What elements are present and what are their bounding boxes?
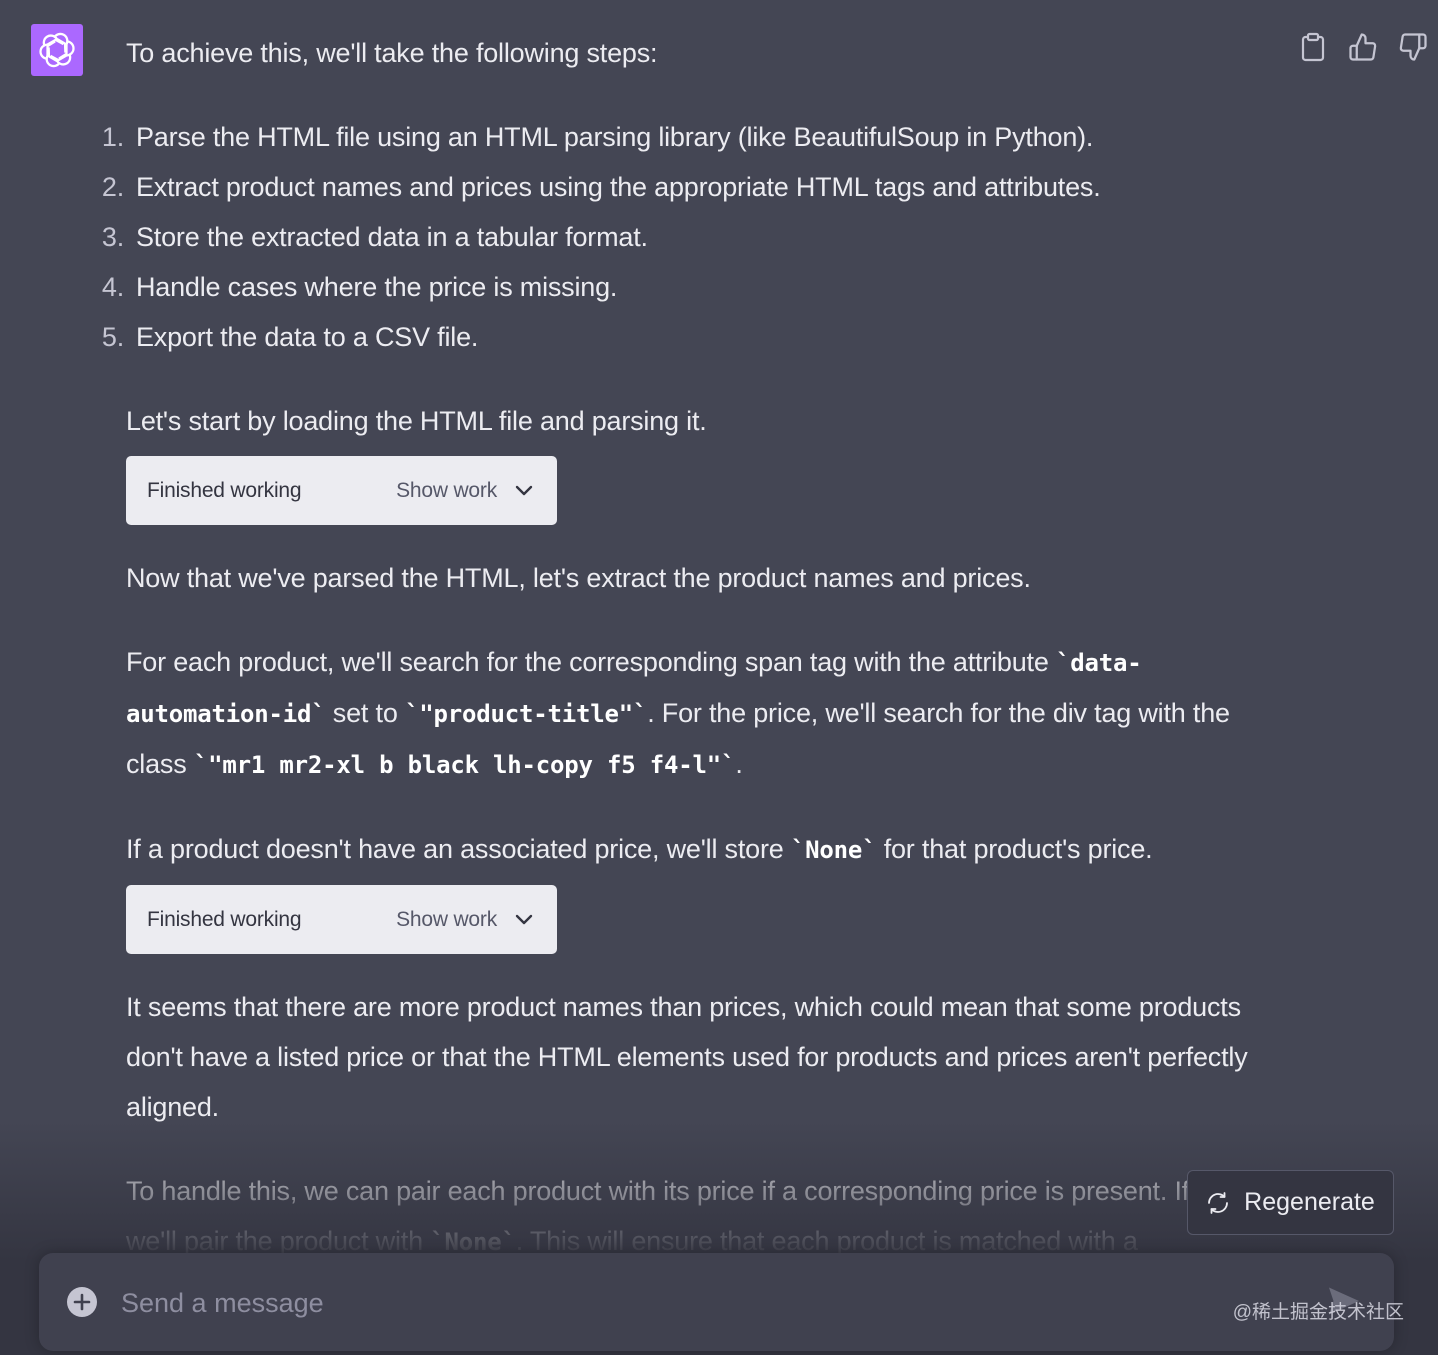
chevron-down-icon [515,485,533,495]
show-work-button[interactable]: Show work [396,909,533,930]
step-number: 2. [101,172,124,202]
finished-working-panel: Finished working Show work [126,885,557,954]
openai-logo-icon [39,32,75,68]
step-text: Export the data to a CSV file. [136,322,479,352]
step-text: Extract product names and prices using t… [136,172,1101,202]
paragraph-pairing: To handle this, we can pair each product… [126,1166,1296,1267]
text-run: . This will ensure that each product is … [515,1226,1138,1256]
step-text: Store the extracted data in a tabular fo… [136,222,648,252]
list-item: 4. Handle cases where the price is missin… [102,262,1296,312]
regenerate-button[interactable]: Regenerate [1187,1170,1394,1235]
thumbs-down-button[interactable] [1396,30,1430,64]
finished-working-panel: Finished working Show work [126,456,557,525]
text-run: If a product doesn't have an associated … [126,834,791,864]
message-input[interactable] [119,1277,1273,1329]
refresh-icon [1208,1191,1229,1214]
list-item: 3. Store the extracted data in a tabular … [102,212,1296,262]
step-number: 4. [101,272,124,302]
message-composer [39,1253,1394,1351]
list-item: 2. Extract product names and prices using… [102,162,1296,212]
inline-code: `None` [790,836,877,864]
list-item: 5. Export the data to a CSV file. [102,312,1296,362]
text-run: . [735,749,743,779]
thumbs-up-button[interactable] [1346,30,1380,64]
step-text: Handle cases where the price is missing. [136,272,618,302]
thumbs-up-icon [1349,33,1377,61]
chat-page: To achieve this, we'll take the followin… [0,0,1438,1355]
assistant-message: To achieve this, we'll take the followin… [102,28,1296,1267]
paragraph-load-html: Let's start by loading the HTML file and… [126,406,707,436]
inline-code: `"mr1 mr2-xl b black lh-copy f5 f4-l"` [193,751,736,779]
text-run: For each product, we'll search for the c… [126,647,1056,677]
show-work-button[interactable]: Show work [396,480,533,501]
step-number: 5. [101,322,124,352]
plus-circle-icon[interactable] [66,1286,98,1318]
step-number: 3. [101,222,124,252]
inline-code: `"product-title"` [404,700,648,728]
chevron-down-icon [515,914,533,924]
work-status: Finished working [147,908,302,931]
show-work-label: Show work [396,908,497,931]
show-work-label: Show work [396,479,497,502]
watermark: @稀土掘金技术社区 [1232,1302,1404,1323]
step-number: 1. [101,122,124,152]
message-intro: To achieve this, we'll take the followin… [126,38,658,68]
text-run: set to [325,698,405,728]
message-actions [1296,30,1430,64]
paragraph-parsed: Now that we've parsed the HTML, let's ex… [126,563,1031,593]
paragraph-mismatch: It seems that there are more product nam… [126,992,1248,1122]
text-run: for that product's price. [876,834,1153,864]
work-status: Finished working [147,479,302,502]
regenerate-label: Regenerate [1244,1188,1375,1216]
thumbs-down-icon [1399,33,1427,61]
paragraph-search-attributes: For each product, we'll search for the c… [126,637,1296,790]
steps-list: 1. Parse the HTML file using an HTML pars… [102,112,1296,362]
step-text: Parse the HTML file using an HTML parsin… [136,122,1094,152]
inline-code: `None` [430,1228,516,1256]
assistant-avatar [31,24,83,76]
copy-button[interactable] [1296,30,1330,64]
list-item: 1. Parse the HTML file using an HTML pars… [102,112,1296,162]
paragraph-none-price: If a product doesn't have an associated … [126,824,1296,875]
copy-icon [1301,32,1325,62]
